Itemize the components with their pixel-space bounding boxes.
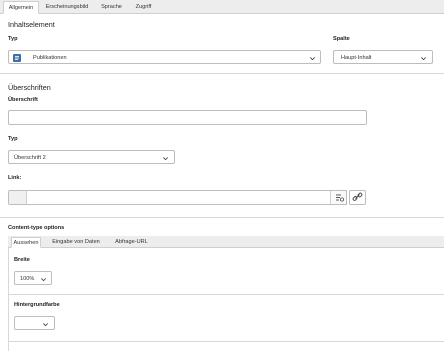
width-label: Breite	[14, 257, 30, 263]
bgcolor-label: Hintergrundfarbe	[14, 302, 60, 308]
type-label: Typ	[8, 36, 18, 42]
subtab-abfrage-url[interactable]: Abfrage-URL	[109, 237, 154, 248]
tab-allgemein[interactable]: Allgemein	[3, 1, 39, 14]
section-divider	[0, 73, 444, 74]
link-input-prefix	[9, 191, 27, 204]
link-label: Link:	[8, 175, 22, 181]
publication-icon	[13, 53, 21, 62]
headline-input[interactable]	[8, 110, 367, 125]
column-select[interactable]: Haupt-Inhalt	[333, 50, 433, 64]
chevron-down-icon	[43, 322, 48, 326]
headline-type-value: Überschrift 2	[14, 154, 46, 161]
section-title-ueberschriften: Überschriften	[8, 83, 51, 92]
bgcolor-select[interactable]	[14, 316, 55, 330]
column-label: Spalte	[333, 36, 350, 42]
headline-label: Überschrift	[8, 97, 38, 103]
column-select-value: Haupt-Inhalt	[341, 54, 372, 61]
chain-link-icon[interactable]	[349, 190, 366, 205]
chevron-down-icon	[41, 277, 46, 281]
subtab-eingabe-von-daten[interactable]: Eingabe von Daten	[46, 237, 106, 248]
chevron-down-icon	[421, 56, 426, 60]
width-select-value: 100%	[20, 275, 35, 282]
panel-border-left	[8, 248, 9, 351]
tab-zugriff[interactable]: Zugriff	[129, 1, 158, 14]
section-title-inhaltselement: Inhaltselement	[8, 20, 55, 29]
headline-type-select[interactable]: Überschrift 2	[8, 150, 175, 164]
subtab-aussehen[interactable]: Aussehen	[11, 237, 41, 248]
link-browser-icon[interactable]	[330, 191, 346, 204]
main-tab-bar: Allgemein Erscheinungsbild Sprache Zugri…	[0, 0, 444, 14]
chevron-down-icon	[163, 156, 168, 160]
type-select[interactable]: Publikationen	[8, 50, 321, 64]
tab-erscheinungsbild[interactable]: Erscheinungsbild	[41, 1, 93, 14]
panel-divider	[9, 341, 444, 342]
width-select[interactable]: 100%	[14, 271, 52, 285]
chevron-down-icon	[310, 56, 315, 60]
tab-sprache[interactable]: Sprache	[96, 1, 127, 14]
content-type-options-title: Content-type options	[8, 225, 65, 231]
headline-type-label: Typ	[8, 136, 18, 142]
type-select-value: Publikationen	[33, 54, 67, 61]
link-input[interactable]	[8, 190, 347, 205]
panel-divider	[9, 294, 444, 295]
section-divider	[0, 217, 444, 218]
content-type-subtab-bar: Aussehen Eingabe von Daten Abfrage-URL	[8, 236, 444, 248]
